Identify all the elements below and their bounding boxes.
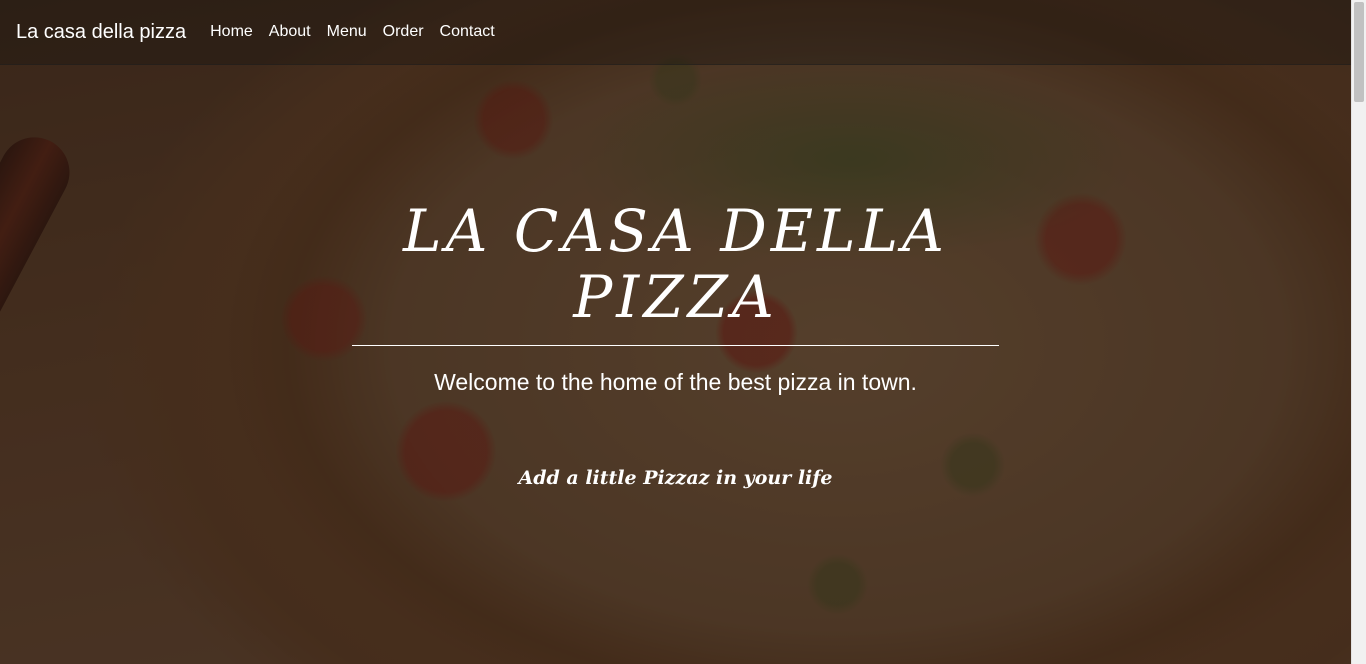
hero-tagline: Add a little Pizzaz in your life bbox=[518, 467, 833, 489]
nav-link-order[interactable]: Order bbox=[383, 23, 424, 41]
navbar-brand[interactable]: La casa della pizza bbox=[16, 21, 186, 44]
nav-link-about[interactable]: About bbox=[269, 23, 311, 41]
nav-links: Home About Menu Order Contact bbox=[210, 23, 511, 41]
hero-subtitle: Welcome to the home of the best pizza in… bbox=[434, 369, 917, 395]
scrollbar-thumb[interactable] bbox=[1354, 2, 1364, 102]
nav-link-home[interactable]: Home bbox=[210, 23, 253, 41]
page-scrollbar[interactable] bbox=[1351, 0, 1366, 664]
hero-divider bbox=[352, 345, 999, 346]
nav-link-menu[interactable]: Menu bbox=[327, 23, 367, 41]
hero-title: LA CASA DELLA PIZZA bbox=[403, 197, 948, 331]
nav-link-contact[interactable]: Contact bbox=[440, 23, 495, 41]
navbar: La casa della pizza Home About Menu Orde… bbox=[0, 0, 1351, 65]
page: La casa della pizza Home About Menu Orde… bbox=[0, 0, 1366, 664]
hero-overlay bbox=[0, 0, 1351, 664]
